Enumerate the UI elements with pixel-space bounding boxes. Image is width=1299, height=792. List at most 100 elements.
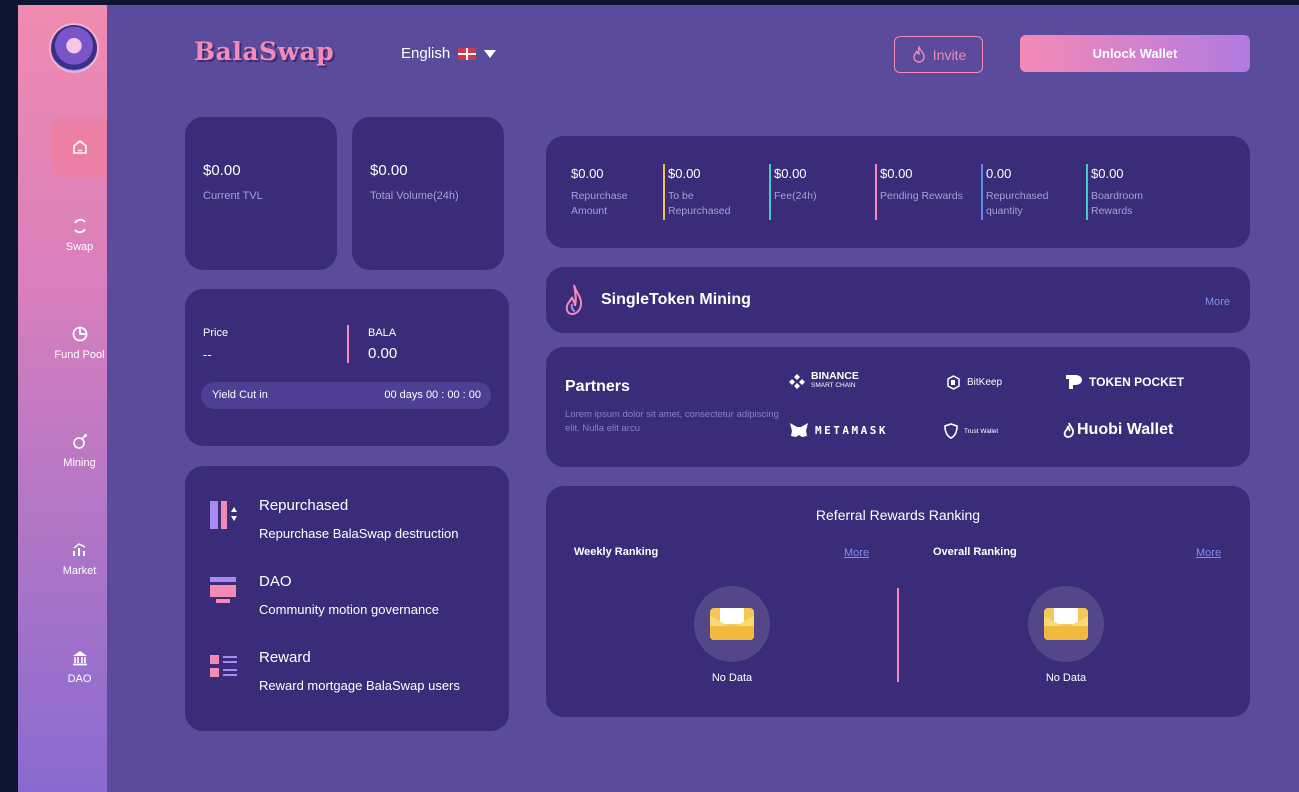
stat-label: Boardroom — [1091, 190, 1143, 202]
sidebar-item-label: DAO — [67, 673, 92, 685]
partner-trustwallet[interactable]: Trust Wallet — [944, 423, 998, 439]
overall-more-link[interactable]: More — [1196, 547, 1221, 559]
features-card: Repurchased Repurchase BalaSwap destruct… — [185, 466, 509, 731]
sidebar-item-label: Mining — [63, 457, 96, 469]
sidebar-item-swap[interactable]: Swap — [52, 217, 107, 253]
tokenpocket-label: TOKEN POCKET — [1089, 375, 1185, 389]
volume-value: $0.00 — [370, 162, 408, 179]
stat-label-line2: Amount — [571, 205, 608, 217]
sidebar-item-dao[interactable]: DAO — [52, 649, 107, 685]
sidebar-item-home[interactable] — [52, 117, 107, 177]
stat-value: $0.00 — [774, 166, 807, 181]
unlock-wallet-button[interactable]: Unlock Wallet — [1020, 35, 1250, 72]
partner-huobi[interactable]: Huobi Wallet — [1063, 421, 1173, 439]
bitkeep-label: BitKeep — [967, 377, 1003, 388]
swap-icon — [73, 218, 86, 234]
feature-title: Reward — [259, 649, 311, 666]
feature-reward[interactable]: Reward Reward mortgage BalaSwap users — [210, 649, 460, 693]
sidebar: Swap Fund Pool Mining Market DAO — [18, 5, 107, 792]
weekly-empty-illustration — [694, 586, 770, 662]
stat-item: $0.00 Repurchase Amount — [571, 166, 671, 219]
bitkeep-logo-icon — [947, 375, 960, 390]
price-divider — [347, 325, 349, 363]
feature-title: DAO — [259, 573, 292, 590]
weekly-more-link[interactable]: More — [844, 547, 869, 559]
stat-label: Repurchased — [986, 190, 1049, 202]
stat-item: 0.00 Repurchased quantity — [981, 164, 1086, 220]
yield-countdown: 00 days 00 : 00 : 00 — [384, 389, 481, 401]
stat-item: $0.00 Fee(24h) — [769, 164, 874, 220]
pie-chart-icon — [72, 326, 87, 342]
overall-no-data: No Data — [1045, 672, 1087, 684]
binance-label: BINANCE — [811, 370, 859, 382]
feature-dao[interactable]: DAO Community motion governance — [210, 573, 439, 617]
sidebar-item-mining[interactable]: Mining — [52, 433, 107, 469]
avatar-logo[interactable] — [51, 25, 97, 71]
partner-binance[interactable]: BINANCE SMART CHAIN — [789, 370, 859, 390]
partner-tokenpocket[interactable]: TOKEN POCKET — [1065, 374, 1184, 390]
price-card: Price -- BALA 0.00 Yield Cut in 00 days … — [185, 289, 509, 446]
feature-desc: Community motion governance — [259, 602, 439, 617]
volume-card: $0.00 Total Volume(24h) — [352, 117, 504, 270]
overall-ranking-label: Overall Ranking — [933, 546, 1017, 558]
invite-label: Invite — [932, 46, 967, 63]
flame-icon — [565, 284, 583, 316]
sidebar-item-label: Swap — [65, 241, 94, 253]
sidebar-item-label: Market — [62, 565, 97, 577]
stat-accent-bar — [769, 164, 771, 220]
tvl-label: Current TVL — [203, 190, 263, 202]
tvl-card: $0.00 Current TVL — [185, 117, 337, 270]
metamask-fox-icon — [790, 423, 808, 437]
overall-empty-illustration — [1028, 586, 1104, 662]
stat-accent-bar — [981, 164, 983, 220]
home-icon — [72, 140, 87, 154]
mining-more-link[interactable]: More — [1205, 296, 1230, 308]
stat-label: To be — [668, 190, 694, 202]
binance-sub: SMART CHAIN — [811, 382, 856, 389]
sidebar-item-market[interactable]: Market — [52, 541, 107, 577]
referral-card: Referral Rewards Ranking Weekly Ranking … — [546, 486, 1250, 717]
huobi-label: Huobi Wallet — [1077, 421, 1174, 438]
partners-desc: Lorem ipsum dolor sit amet, consectetur … — [565, 409, 779, 434]
envelope-icon — [710, 608, 754, 640]
repurchase-icon — [210, 501, 238, 529]
tokenpocket-logo-icon — [1066, 375, 1082, 389]
feature-title: Repurchased — [259, 497, 349, 514]
trustwallet-label: Trust Wallet — [964, 427, 999, 435]
stat-item: $0.00 To be Repurchased — [663, 164, 768, 220]
stat-label: Pending Rewards — [880, 190, 963, 202]
language-label: English — [401, 45, 451, 62]
partner-bitkeep[interactable]: BitKeep — [946, 375, 1002, 390]
yield-label: Yield Cut in — [212, 389, 268, 401]
price-label: Price — [203, 327, 229, 339]
metamask-label: METAMASK — [815, 423, 888, 437]
stat-label: Repurchase — [571, 190, 628, 202]
sidebar-item-fund-pool[interactable]: Fund Pool — [52, 325, 107, 361]
mining-icon — [72, 434, 87, 449]
stat-value: 0.00 — [986, 166, 1012, 181]
stats-card: $0.00 Repurchase Amount $0.00 To be Repurchas… — [546, 136, 1250, 248]
weekly-ranking-label: Weekly Ranking — [574, 546, 659, 558]
stat-label-line2: Repurchased — [668, 205, 731, 217]
stat-label-line2: Rewards — [1091, 205, 1133, 217]
stat-value: $0.00 — [571, 166, 604, 181]
huobi-flame-icon — [1063, 422, 1075, 438]
partners-card: Partners Lorem ipsum dolor sit amet, con… — [546, 347, 1250, 467]
feature-desc: Reward mortgage BalaSwap users — [259, 678, 460, 693]
language-selector[interactable]: English — [401, 45, 497, 62]
feature-repurchased[interactable]: Repurchased Repurchase BalaSwap destruct… — [210, 497, 458, 541]
stat-label: Fee(24h) — [774, 190, 817, 202]
invite-button[interactable]: Invite — [894, 36, 983, 73]
mining-card[interactable]: SingleToken Mining More — [546, 267, 1250, 333]
yield-bar: Yield Cut in 00 days 00 : 00 : 00 — [201, 382, 491, 409]
stat-accent-bar — [875, 164, 877, 220]
partner-metamask[interactable]: METAMASK — [789, 422, 888, 438]
volume-label: Total Volume(24h) — [370, 190, 459, 202]
token-value: 0.00 — [368, 345, 398, 362]
brand-logo-text[interactable]: BalaSwap — [194, 37, 334, 66]
referral-title: Referral Rewards Ranking — [815, 507, 981, 523]
bank-icon — [72, 651, 87, 666]
market-chart-icon — [72, 543, 85, 556]
stat-accent-bar — [663, 164, 665, 220]
ranking-divider — [897, 588, 899, 682]
